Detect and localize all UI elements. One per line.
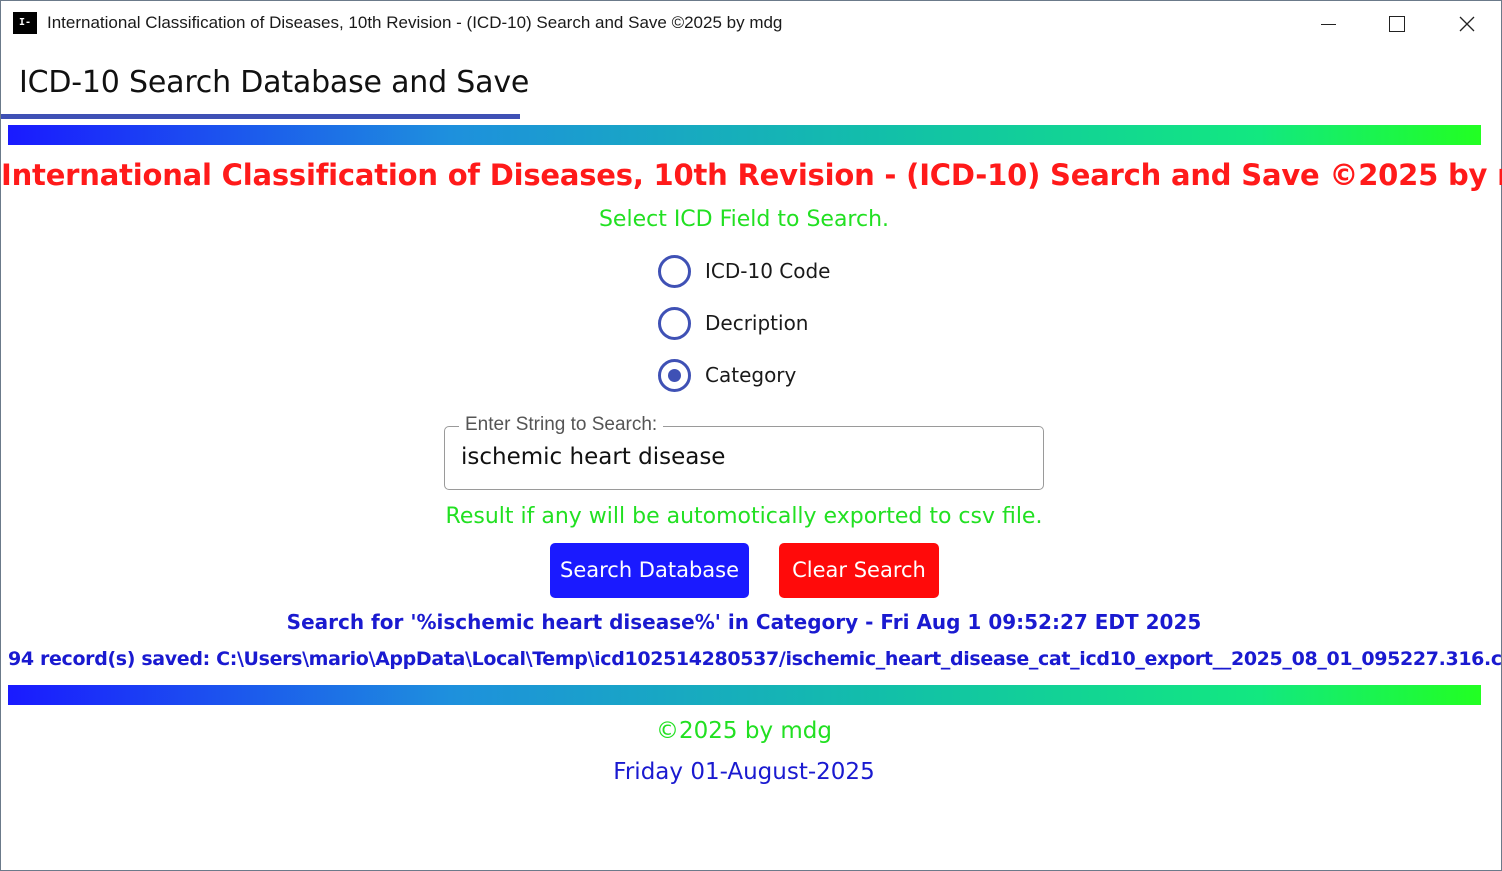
save-status: 94 record(s) saved: C:\Users\mario\AppDa… (8, 648, 1502, 670)
window-title: International Classification of Diseases… (47, 13, 783, 32)
minimize-button[interactable] (1293, 1, 1363, 47)
clear-search-button[interactable]: Clear Search (779, 543, 939, 598)
footer-date: Friday 01-August-2025 (613, 759, 875, 785)
search-input[interactable]: Enter String to Search: ischemic heart d… (444, 414, 1044, 490)
close-button[interactable] (1432, 1, 1502, 47)
search-status: Search for '%ischemic heart disease%' in… (286, 610, 1202, 634)
radio-label[interactable]: ICD-10 Code (705, 259, 831, 283)
radio-label[interactable]: Category (705, 363, 796, 387)
select-field-label: Select ICD Field to Search. (598, 207, 890, 232)
footer-copyright: ©2025 by mdg (656, 718, 832, 744)
search-input-value[interactable]: ischemic heart disease (461, 444, 725, 470)
tab-label: ICD-10 Search Database and Save (19, 65, 530, 100)
gradient-divider-bottom (8, 685, 1481, 705)
radio-label[interactable]: Decription (705, 311, 809, 335)
search-input-label: Enter String to Search: (459, 414, 664, 436)
radio-circle-selected[interactable] (658, 359, 691, 392)
search-database-button[interactable]: Search Database (550, 543, 749, 598)
radio-circle[interactable] (658, 307, 691, 340)
window-title-bar: I-10 International Classification of Dis… (1, 1, 1502, 50)
maximize-button[interactable] (1362, 1, 1432, 47)
close-icon (1459, 16, 1475, 32)
tab-search-database[interactable]: ICD-10 Search Database and Save (1, 59, 529, 119)
radio-selected-dot (668, 369, 681, 382)
gradient-divider-top (8, 125, 1481, 145)
app-icon: I-10 (13, 12, 37, 50)
export-note: Result if any will be automotically expo… (445, 504, 1043, 529)
radio-circle[interactable] (658, 255, 691, 288)
page-title: International Classification of Diseases… (1, 158, 1502, 192)
